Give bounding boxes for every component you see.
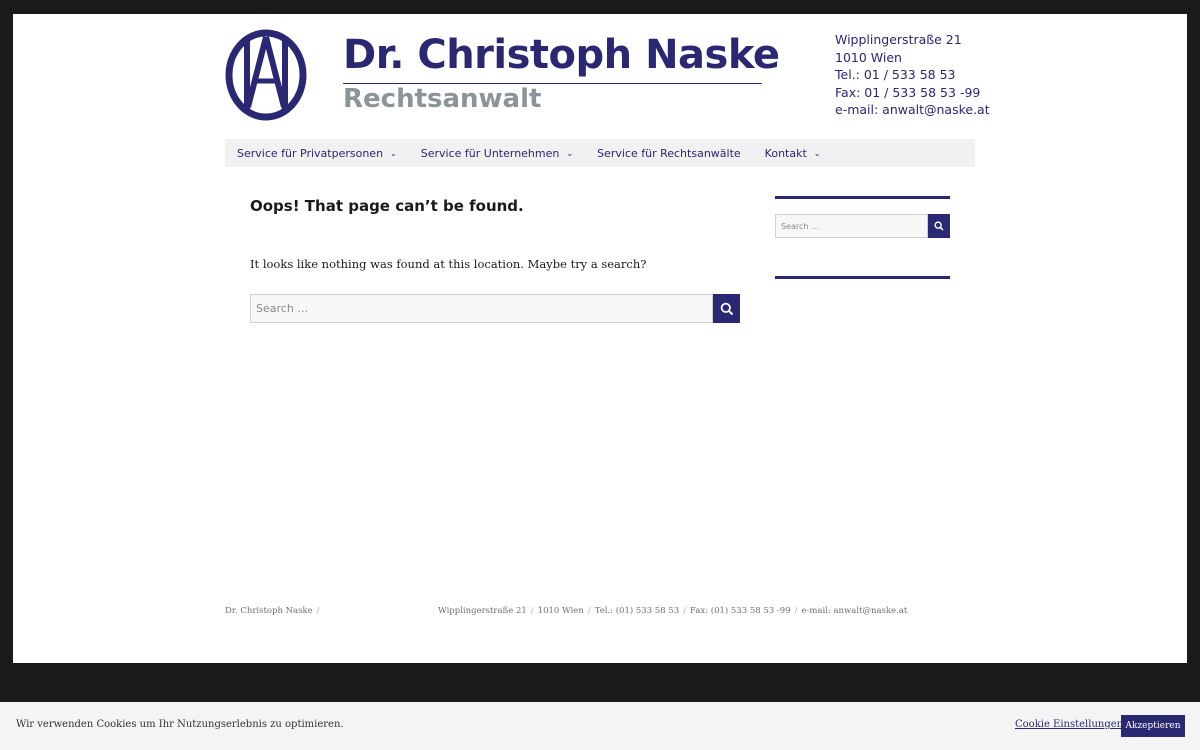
error-message: It looks like nothing was found at this …	[250, 257, 647, 271]
contact-street: Wipplingerstraße 21	[835, 32, 962, 47]
footer-city: 1010 Wien	[537, 606, 584, 616]
contact-city: 1010 Wien	[835, 49, 902, 65]
contact-phone: Tel.: 01 / 533 58 53	[835, 67, 956, 82]
an-monogram-logo[interactable]	[225, 29, 307, 121]
nav-item-label: Kontakt	[764, 146, 807, 160]
footer-separator: /	[530, 606, 534, 616]
footer-fax: Fax: (01) 533 58 53 -99	[690, 606, 791, 616]
search-icon	[720, 302, 733, 315]
footer-street: Wipplingerstraße 21	[438, 606, 527, 616]
chevron-down-icon: ⌄	[566, 148, 574, 158]
footer-phone: Tel.: (01) 533 58 53	[594, 606, 680, 616]
nav-item-unternehmen[interactable]: Service für Unternehmen ⌄	[409, 139, 585, 167]
nav-item-label: Service für Privatpersonen	[237, 146, 384, 160]
sidebar-search-form	[775, 214, 950, 238]
contact-fax: Fax: 01 / 533 58 53 -99	[835, 84, 981, 100]
nav-item-rechtsanwaelte[interactable]: Service für Rechtsanwälte	[585, 139, 753, 167]
chevron-down-icon: ⌄	[390, 148, 397, 158]
sidebar-divider-top	[775, 196, 950, 199]
search-input[interactable]	[250, 294, 713, 323]
sidebar-divider-bottom	[775, 276, 950, 279]
cookie-banner: Wir verwenden Cookies um Ihr Nutzungserl…	[0, 702, 1200, 750]
footer-separator: /	[794, 606, 798, 616]
footer-separator: /	[683, 606, 686, 616]
page-title: Oops! That page can’t be found.	[250, 197, 524, 215]
sidebar-search-button[interactable]	[928, 214, 950, 238]
footer-contact: Wipplingerstraße 21/1010 Wien / Tel.: (01)…	[438, 606, 907, 616]
footer-separator: /	[587, 606, 591, 616]
contact-email: e-mail: anwalt@naske.at	[835, 102, 990, 117]
cookie-text: Wir verwenden Cookies um Ihr Nutzungserl…	[16, 719, 344, 730]
cookie-settings-link[interactable]: Cookie Einstellungen	[1015, 719, 1123, 730]
nav-item-kontakt[interactable]: Kontakt ⌄	[753, 139, 833, 167]
nav-item-label: Service für Unternehmen	[420, 146, 560, 160]
footer-site-info: Dr. Christoph Naske /	[225, 606, 324, 616]
search-icon	[934, 221, 944, 231]
sidebar-search-input[interactable]	[775, 214, 928, 238]
site-subtitle: Rechtsanwalt	[343, 84, 542, 114]
footer-separator: /	[316, 606, 320, 616]
main-search-form	[250, 294, 740, 323]
nav-item-label: Service für Rechtsanwälte	[597, 146, 741, 160]
search-button[interactable]	[713, 294, 740, 323]
nav-item-privatpersonen[interactable]: Service für Privatpersonen ⌄	[225, 139, 409, 167]
chevron-down-icon: ⌄	[813, 148, 821, 158]
site-title[interactable]: Dr. Christoph Naske	[343, 32, 780, 78]
cookie-accept-button[interactable]: Akzeptieren	[1121, 715, 1185, 737]
main-navigation: Service für Privatpersonen ⌄ Service für…	[225, 139, 975, 167]
footer-site-name[interactable]: Dr. Christoph Naske	[225, 606, 313, 616]
footer-email: e-mail: anwalt@naske.at	[801, 606, 908, 616]
page-container: Dr. Christoph Naske Rechtsanwalt Wipplin…	[13, 14, 1187, 663]
header-contact: Wipplingerstraße 21 1010 Wien Tel.: 01 /…	[835, 31, 990, 119]
